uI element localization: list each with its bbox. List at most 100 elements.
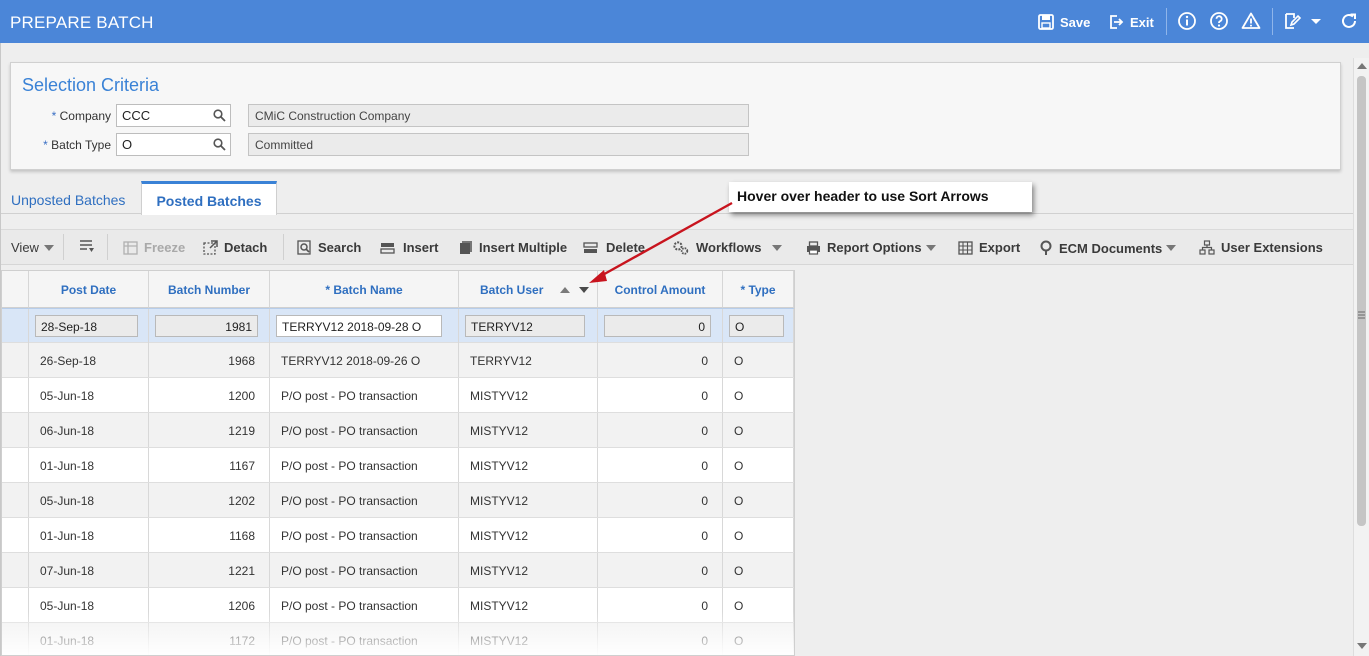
scroll-up-icon[interactable]: [1357, 63, 1367, 69]
export-button[interactable]: Export: [958, 240, 1020, 255]
batch-number-cell[interactable]: 1206: [149, 588, 270, 622]
type-cell[interactable]: O: [723, 553, 794, 587]
report-options-menu[interactable]: Report Options: [806, 240, 922, 255]
tab-posted-batches[interactable]: Posted Batches: [141, 181, 277, 215]
type-cell[interactable]: O: [723, 623, 794, 655]
type-cell[interactable]: O: [723, 448, 794, 482]
table-row-selected[interactable]: 28-Sep-18 1981 TERRYV12 2018-09-28 O TERRYV…: [2, 308, 794, 343]
batch-number-cell[interactable]: 1167: [149, 448, 270, 482]
batch-user-cell[interactable]: MISTYV12: [459, 483, 598, 517]
batch-name-cell[interactable]: P/O post - PO transaction: [270, 413, 459, 447]
row-selector[interactable]: [2, 343, 29, 377]
batch-number-cell[interactable]: 1168: [149, 518, 270, 552]
company-input[interactable]: CCC: [116, 104, 231, 127]
batch-type-input[interactable]: O: [116, 133, 231, 156]
batch-name-cell[interactable]: P/O post - PO transaction: [270, 448, 459, 482]
sort-descending-icon[interactable]: [578, 286, 590, 294]
control-amount-cell[interactable]: 0: [598, 413, 723, 447]
batch-number-cell[interactable]: 1981: [149, 309, 270, 343]
scrollbar-thumb[interactable]: [1357, 76, 1366, 526]
control-amount-cell[interactable]: 0: [598, 309, 723, 343]
post-date-cell[interactable]: 28-Sep-18: [29, 309, 149, 343]
control-amount-cell[interactable]: 0: [598, 448, 723, 482]
batch-name-cell[interactable]: P/O post - PO transaction: [270, 518, 459, 552]
help-icon[interactable]: [1209, 11, 1229, 31]
post-date-cell[interactable]: 05-Jun-18: [29, 588, 149, 622]
vertical-scrollbar[interactable]: [1353, 58, 1369, 656]
tab-unposted-batches[interactable]: Unposted Batches: [11, 181, 125, 214]
row-selector[interactable]: [2, 378, 29, 412]
row-selector[interactable]: [2, 588, 29, 622]
search-icon[interactable]: [213, 138, 226, 151]
batch-user-cell[interactable]: MISTYV12: [459, 623, 598, 655]
post-date-cell[interactable]: 01-Jun-18: [29, 448, 149, 482]
detach-button[interactable]: Detach: [203, 240, 267, 255]
column-header-post-date[interactable]: Post Date: [29, 271, 149, 308]
control-amount-cell[interactable]: 0: [598, 518, 723, 552]
batch-name-cell[interactable]: P/O post - PO transaction: [270, 623, 459, 655]
column-header-type[interactable]: * Type: [723, 271, 794, 308]
table-row[interactable]: 26-Sep-18 1968 TERRYV12 2018-09-26 O TERRYV…: [2, 343, 794, 378]
batch-user-cell[interactable]: TERRYV12: [459, 309, 598, 343]
batch-user-cell[interactable]: TERRYV12: [459, 343, 598, 377]
batch-user-cell[interactable]: MISTYV12: [459, 378, 598, 412]
refresh-icon[interactable]: [1339, 11, 1359, 31]
column-header-batch-number[interactable]: Batch Number: [149, 271, 270, 308]
batch-name-input[interactable]: TERRYV12 2018-09-28 O: [276, 315, 442, 337]
type-cell[interactable]: O: [723, 483, 794, 517]
save-button[interactable]: Save: [1038, 12, 1090, 32]
user-extensions-button[interactable]: User Extensions: [1199, 240, 1323, 255]
row-selector[interactable]: [2, 623, 29, 655]
control-amount-cell[interactable]: 0: [598, 623, 723, 655]
view-menu[interactable]: View: [11, 240, 39, 255]
delete-button[interactable]: Delete: [583, 240, 645, 255]
post-date-cell[interactable]: 01-Jun-18: [29, 518, 149, 552]
table-row[interactable]: 06-Jun-18 1219 P/O post - PO transaction MI…: [2, 413, 794, 448]
exit-button[interactable]: Exit: [1108, 12, 1154, 32]
row-selector[interactable]: [2, 553, 29, 587]
scroll-down-icon[interactable]: [1357, 643, 1367, 649]
filter-icon[interactable]: [79, 240, 95, 255]
batch-number-cell[interactable]: 1221: [149, 553, 270, 587]
row-selector[interactable]: [2, 448, 29, 482]
workflows-dropdown-icon[interactable]: [772, 245, 782, 251]
row-selector[interactable]: [2, 309, 29, 343]
type-input[interactable]: O: [729, 315, 784, 337]
search-button[interactable]: Search: [297, 240, 361, 255]
search-icon[interactable]: [213, 109, 226, 122]
type-cell[interactable]: O: [723, 343, 794, 377]
edit-page-icon[interactable]: [1282, 11, 1302, 31]
batch-user-input[interactable]: TERRYV12: [465, 315, 585, 337]
post-date-cell[interactable]: 01-Jun-18: [29, 623, 149, 655]
chevron-down-icon[interactable]: [1309, 11, 1323, 31]
type-cell[interactable]: O: [723, 518, 794, 552]
table-row[interactable]: 05-Jun-18 1200 P/O post - PO transaction MI…: [2, 378, 794, 413]
freeze-button[interactable]: Freeze: [123, 240, 185, 255]
table-row[interactable]: 01-Jun-18 1167 P/O post - PO transaction MI…: [2, 448, 794, 483]
table-row[interactable]: 01-Jun-18 1172 P/O post - PO transaction MI…: [2, 623, 794, 655]
batch-number-cell[interactable]: 1200: [149, 378, 270, 412]
row-selector[interactable]: [2, 413, 29, 447]
table-row[interactable]: 07-Jun-18 1221 P/O post - PO transaction MI…: [2, 553, 794, 588]
table-row[interactable]: 05-Jun-18 1202 P/O post - PO transaction MI…: [2, 483, 794, 518]
batch-number-input[interactable]: 1981: [155, 315, 258, 337]
control-amount-input[interactable]: 0: [604, 315, 711, 337]
table-row[interactable]: 05-Jun-18 1206 P/O post - PO transaction MI…: [2, 588, 794, 623]
view-dropdown-icon[interactable]: [44, 245, 54, 251]
control-amount-cell[interactable]: 0: [598, 343, 723, 377]
type-cell[interactable]: O: [723, 309, 794, 343]
warning-icon[interactable]: [1241, 11, 1261, 31]
report-options-dropdown-icon[interactable]: [926, 245, 936, 251]
column-header-batch-user[interactable]: Batch User: [459, 271, 598, 308]
batch-number-cell[interactable]: 1968: [149, 343, 270, 377]
post-date-cell[interactable]: 07-Jun-18: [29, 553, 149, 587]
row-selector[interactable]: [2, 518, 29, 552]
ecm-documents-dropdown-icon[interactable]: [1166, 245, 1176, 251]
row-selector[interactable]: [2, 483, 29, 517]
batch-name-cell[interactable]: TERRYV12 2018-09-28 O: [270, 309, 459, 343]
batch-name-cell[interactable]: P/O post - PO transaction: [270, 483, 459, 517]
control-amount-cell[interactable]: 0: [598, 553, 723, 587]
insert-button[interactable]: Insert: [380, 240, 438, 255]
post-date-cell[interactable]: 06-Jun-18: [29, 413, 149, 447]
post-date-cell[interactable]: 26-Sep-18: [29, 343, 149, 377]
